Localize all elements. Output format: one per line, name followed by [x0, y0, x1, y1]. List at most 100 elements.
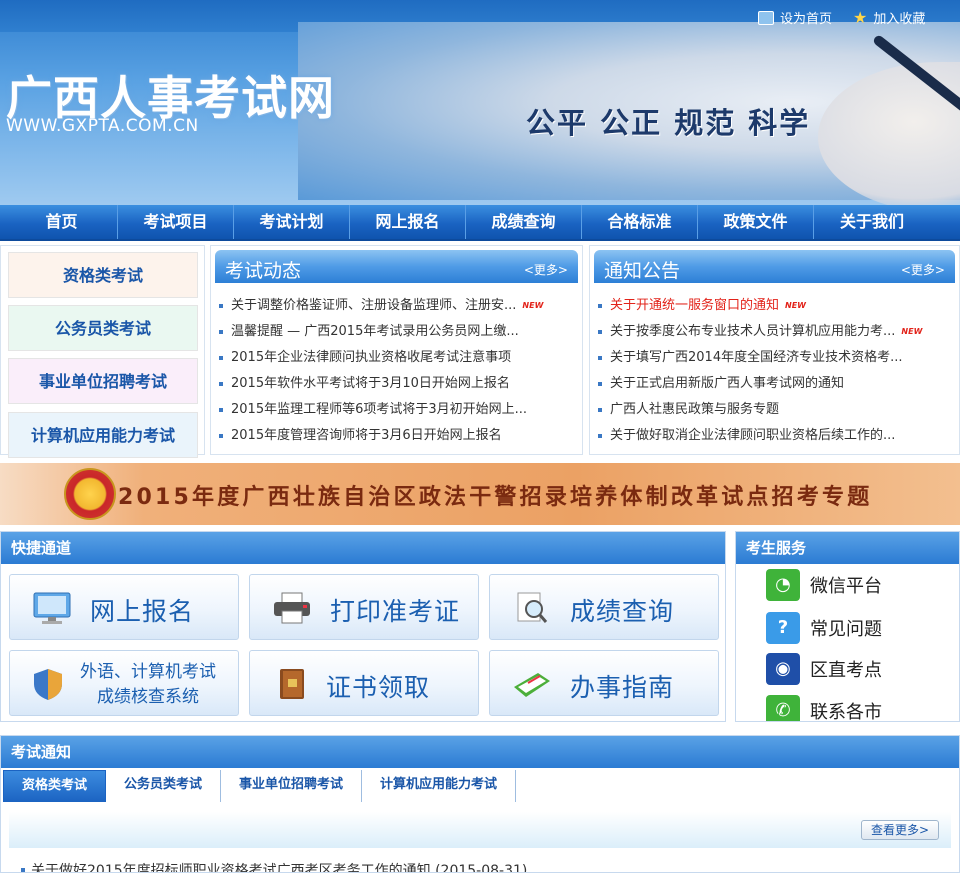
- online-registration-button[interactable]: 网上报名: [9, 574, 239, 640]
- slogan: 公平 公正 规范 科学: [526, 106, 811, 140]
- nav-item-about[interactable]: 关于我们: [814, 205, 930, 239]
- notice-list-item[interactable]: 关于做好2015年度招标师职业资格考试广西考区考务工作的通知 (2015-08-…: [21, 860, 528, 873]
- set-home-link[interactable]: 设为首页: [758, 8, 832, 27]
- score-query-label: 成绩查询: [570, 597, 675, 626]
- category-public-institution[interactable]: 事业单位招聘考试: [8, 358, 198, 404]
- announcements-list: 关于开通统一服务窗口的通知 NEW 关于按季度公布专业技术人员计算机应用能力考..…: [596, 293, 953, 449]
- nav-item-exam-projects[interactable]: 考试项目: [118, 205, 234, 239]
- certificate-book-icon: [280, 669, 304, 699]
- star-icon: ★: [853, 7, 868, 27]
- score-query-button[interactable]: 成绩查询: [489, 574, 719, 640]
- nav-item-score-query[interactable]: 成绩查询: [466, 205, 582, 239]
- bullet-icon: [219, 434, 223, 438]
- certificate-collection-label: 证书领取: [326, 673, 431, 702]
- bullet-icon: [598, 434, 602, 438]
- notice-strip: [9, 812, 951, 848]
- list-item-text: 2015年度管理咨询师将于3月6日开始网上报名: [231, 428, 502, 443]
- category-qualification[interactable]: 资格类考试: [8, 252, 198, 298]
- list-item-text: 关于调整价格鉴证师、注册设备监理师、注册安...: [231, 298, 517, 313]
- list-item[interactable]: 关于调整价格鉴证师、注册设备监理师、注册安... NEW: [217, 293, 576, 319]
- service-item-wechat[interactable]: ◔ 微信平台: [766, 568, 882, 602]
- bullet-icon: [219, 408, 223, 412]
- location-icon: ◉: [766, 653, 800, 685]
- nav-item-exam-plan[interactable]: 考试计划: [234, 205, 350, 239]
- list-item-text: 关于做好取消企业法律顾问职业资格后续工作的...: [610, 428, 896, 443]
- nav-item-home[interactable]: 首页: [6, 205, 118, 239]
- bullet-icon: [219, 356, 223, 360]
- tab-public-institution[interactable]: 事业单位招聘考试: [221, 770, 363, 802]
- service-item-contact-cities[interactable]: ✆ 联系各市: [766, 694, 882, 721]
- bullet-icon: [219, 304, 223, 308]
- bullet-icon: [21, 868, 25, 872]
- add-favorite-link[interactable]: ★ 加入收藏: [853, 8, 925, 27]
- printer-icon: [274, 592, 310, 624]
- list-item[interactable]: 2015年软件水平考试将于3月10日开始网上报名: [217, 371, 576, 397]
- add-favorite-label: 加入收藏: [873, 12, 926, 27]
- tab-computer-skills[interactable]: 计算机应用能力考试: [362, 770, 517, 802]
- site-url: WWW.GXPTA.COM.CN: [6, 116, 199, 136]
- new-badge: NEW: [785, 301, 806, 310]
- exam-news-title: 考试动态: [225, 260, 302, 282]
- nav-item-policy[interactable]: 政策文件: [698, 205, 814, 239]
- wechat-icon: ◔: [766, 569, 800, 601]
- certificate-collection-button[interactable]: 证书领取: [249, 650, 479, 716]
- candidate-services-panel: 考生服务 ◔ 微信平台 ? 常见问题 ◉ 区直考点 ✆ 联系各市: [735, 531, 960, 722]
- list-item[interactable]: 2015年度管理咨询师将于3月6日开始网上报名: [217, 423, 576, 449]
- exam-news-list: 关于调整价格鉴证师、注册设备监理师、注册安... NEW 温馨提醒 — 广西201…: [217, 293, 576, 449]
- list-item[interactable]: 2015年监理工程师等6项考试将于3月初开始网上...: [217, 397, 576, 423]
- service-item-faq[interactable]: ? 常见问题: [766, 611, 882, 645]
- quick-channel-panel: 快捷通道 网上报名 打印准考证 成绩查询 外语、计算机考试 成绩核查系统 证书领取…: [0, 531, 726, 722]
- new-badge: NEW: [522, 301, 544, 310]
- exam-news-header: 考试动态 <更多>: [215, 250, 578, 283]
- list-item[interactable]: 关于按季度公布专业技术人员计算机应用能力考... NEW: [596, 319, 953, 345]
- online-registration-label: 网上报名: [90, 597, 195, 626]
- list-item[interactable]: 关于做好取消企业法律顾问职业资格后续工作的...: [596, 423, 953, 449]
- tab-qualification[interactable]: 资格类考试: [3, 770, 107, 802]
- set-home-label: 设为首页: [780, 12, 833, 27]
- candidate-services-title: 考生服务: [736, 532, 959, 564]
- service-item-exam-sites[interactable]: ◉ 区直考点: [766, 652, 882, 686]
- banner-text: 2015年度广西壮族自治区政法干警招录培养体制改革试点招考专题: [118, 485, 873, 510]
- category-panel: 资格类考试 公务员类考试 事业单位招聘考试 计算机应用能力考试: [0, 245, 205, 458]
- list-item[interactable]: 关于开通统一服务窗口的通知 NEW: [596, 293, 953, 319]
- home-icon: [758, 10, 774, 25]
- exam-notice-title: 考试通知: [1, 736, 959, 768]
- tab-civil-servant[interactable]: 公务员类考试: [106, 770, 222, 802]
- category-civil-servant[interactable]: 公务员类考试: [8, 305, 198, 351]
- list-item-text: 关于正式启用新版广西人事考试网的通知: [610, 376, 845, 391]
- question-icon: ?: [766, 612, 800, 644]
- phone-icon: ✆: [766, 695, 800, 721]
- exam-news-more-link[interactable]: <更多>: [524, 261, 568, 278]
- score-verification-label: 外语、计算机考试 成绩核查系统: [80, 660, 216, 710]
- score-verification-button[interactable]: 外语、计算机考试 成绩核查系统: [9, 650, 239, 716]
- list-item-text: 温馨提醒 — 广西2015年考试录用公务员网上缴...: [231, 324, 519, 339]
- category-computer-skills[interactable]: 计算机应用能力考试: [8, 412, 198, 458]
- score-verification-line2: 成绩核查系统: [97, 687, 199, 707]
- list-item[interactable]: 关于填写广西2014年度全国经济专业技术资格考...: [596, 345, 953, 371]
- main-nav: 首页 考试项目 考试计划 网上报名 成绩查询 合格标准 政策文件 关于我们: [0, 205, 960, 241]
- announcements-more-link[interactable]: <更多>: [901, 261, 945, 278]
- nav-item-online-registration[interactable]: 网上报名: [350, 205, 466, 239]
- exam-notice-panel: 考试通知 资格类考试 公务员类考试 事业单位招聘考试 计算机应用能力考试 查看更…: [0, 735, 960, 873]
- list-item[interactable]: 广西人社惠民政策与服务专题: [596, 397, 953, 423]
- list-item-text: 关于填写广西2014年度全国经济专业技术资格考...: [610, 350, 903, 365]
- list-item[interactable]: 2015年企业法律顾问执业资格收尾考试注意事项: [217, 345, 576, 371]
- notice-item-text: 关于做好2015年度招标师职业资格考试广西考区考务工作的通知 (2015-08-…: [31, 863, 528, 873]
- score-verification-line1: 外语、计算机考试: [80, 662, 216, 682]
- service-guide-button[interactable]: 办事指南: [489, 650, 719, 716]
- list-item[interactable]: 关于正式启用新版广西人事考试网的通知: [596, 371, 953, 397]
- exam-notice-tabs: 资格类考试 公务员类考试 事业单位招聘考试 计算机应用能力考试: [1, 770, 959, 802]
- see-more-button[interactable]: 查看更多>: [861, 820, 939, 840]
- bullet-icon: [598, 304, 602, 308]
- list-item[interactable]: 温馨提醒 — 广西2015年考试录用公务员网上缴...: [217, 319, 576, 345]
- bullet-icon: [219, 382, 223, 386]
- nav-item-pass-standard[interactable]: 合格标准: [582, 205, 698, 239]
- print-admission-ticket-label: 打印准考证: [330, 597, 461, 626]
- list-item-text: 关于开通统一服务窗口的通知: [610, 298, 780, 313]
- national-emblem-icon: [64, 468, 116, 520]
- print-admission-ticket-button[interactable]: 打印准考证: [249, 574, 479, 640]
- special-topic-banner[interactable]: 2015年度广西壮族自治区政法干警招录培养体制改革试点招考专题: [0, 463, 960, 525]
- bullet-icon: [219, 330, 223, 334]
- site-header: 设为首页 ★ 加入收藏 广西人事考试网 WWW.GXPTA.COM.CN 公平 …: [0, 0, 960, 205]
- service-label: 微信平台: [810, 576, 882, 597]
